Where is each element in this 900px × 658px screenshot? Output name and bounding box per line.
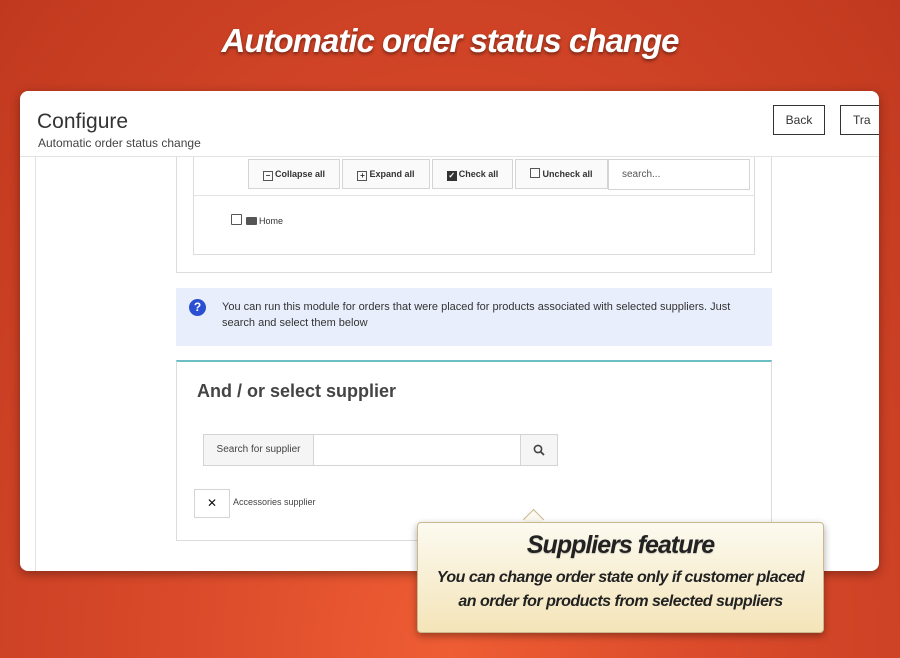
- help-icon: ?: [189, 299, 206, 316]
- folder-icon: [246, 217, 257, 225]
- info-alert: ? You can run this module for orders tha…: [176, 288, 772, 346]
- banner-title: Automatic order status change: [221, 22, 680, 59]
- left-divider: [35, 157, 36, 571]
- expand-all-button[interactable]: + Expand all: [342, 159, 430, 189]
- search-icon: [533, 444, 545, 456]
- tree-node-home[interactable]: Home: [231, 214, 283, 226]
- check-all-label: Check all: [458, 169, 499, 179]
- checked-box-icon: ✓: [446, 171, 457, 181]
- search-supplier-label: Search for supplier: [203, 434, 314, 466]
- selected-supplier: Accessories supplier: [233, 497, 316, 507]
- collapse-all-label: Collapse all: [274, 169, 326, 179]
- expand-icon: +: [357, 171, 368, 181]
- expand-all-label: Expand all: [369, 169, 415, 179]
- tree-divider: [194, 195, 754, 196]
- supplier-panel-title: And / or select supplier: [197, 381, 397, 401]
- tree-search-input[interactable]: search...: [608, 159, 750, 190]
- page-title: Configure: [37, 110, 129, 133]
- close-icon: ✕: [206, 496, 218, 510]
- check-all-button[interactable]: ✓ Check all: [432, 159, 513, 189]
- callout-title: Suppliers feature: [526, 531, 715, 559]
- back-button[interactable]: Back: [773, 105, 825, 135]
- page-header: Configure Automatic order status change …: [20, 91, 879, 157]
- home-label: Home: [259, 216, 284, 226]
- uncheck-all-button[interactable]: Uncheck all: [515, 159, 608, 189]
- page-subtitle: Automatic order status change: [38, 136, 201, 150]
- remove-supplier-button[interactable]: ✕: [194, 489, 230, 518]
- supplier-search-button[interactable]: [520, 434, 558, 466]
- callout-text: You can change order state only if custo…: [436, 569, 805, 610]
- collapse-icon: −: [262, 171, 273, 181]
- home-checkbox[interactable]: [231, 214, 242, 225]
- translate-button[interactable]: Tra: [840, 105, 879, 135]
- supplier-search-input[interactable]: [313, 434, 521, 466]
- collapse-all-button[interactable]: − Collapse all: [248, 159, 340, 189]
- uncheck-all-label: Uncheck all: [542, 169, 593, 179]
- feature-callout: Suppliers feature You can change order s…: [417, 522, 824, 633]
- info-text: You can run this module for orders that …: [222, 301, 731, 329]
- category-tree: − Collapse all + Expand all ✓ Check all Unc…: [193, 157, 755, 255]
- supplier-panel: And / or select supplier Search for supp…: [176, 360, 772, 541]
- unchecked-box-icon: [530, 168, 541, 178]
- configure-window: Configure Automatic order status change …: [20, 91, 879, 571]
